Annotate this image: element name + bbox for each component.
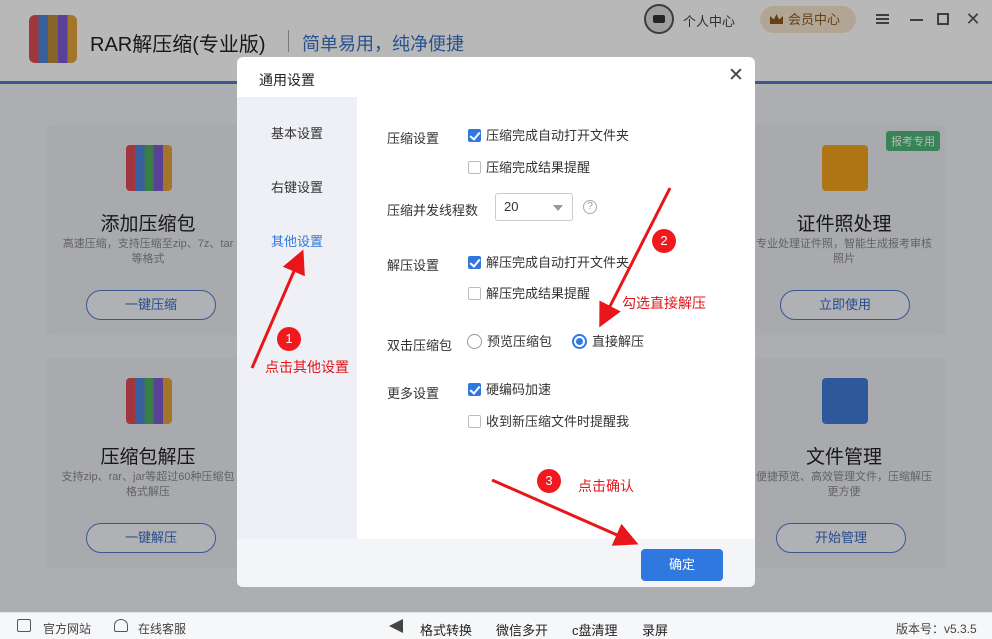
hw-accel-label: 硬编码加速 (486, 382, 552, 397)
compress-settings-label: 压缩设置 (387, 131, 440, 146)
compress-result-remind-checkbox[interactable]: 压缩完成结果提醒 (468, 161, 590, 175)
threads-select[interactable]: 20 (495, 193, 573, 221)
preview-archive-radio[interactable]: 预览压缩包 (467, 334, 553, 349)
checkbox-checked-icon (468, 256, 481, 269)
c-drive-clean-link[interactable]: c盘清理 (572, 620, 618, 639)
step-3-badge: 3 (537, 469, 561, 493)
step-1-badge: 1 (277, 327, 301, 351)
threads-value: 20 (504, 199, 519, 214)
compress-open-folder-checkbox[interactable]: 压缩完成自动打开文件夹 (468, 129, 629, 143)
compress-open-folder-label: 压缩完成自动打开文件夹 (486, 128, 630, 143)
step-2-badge: 2 (652, 229, 676, 253)
direct-extract-label: 直接解压 (592, 334, 645, 349)
chevron-down-icon (553, 205, 563, 211)
step-3-text: 点击确认 (578, 478, 634, 494)
checkbox-unchecked-icon (468, 161, 481, 174)
screen-record-link[interactable]: 录屏 (642, 620, 668, 639)
format-convert-link[interactable]: 格式转换 (420, 620, 472, 639)
settings-sidebar: 基本设置 右键设置 其他设置 (237, 97, 357, 539)
extract-open-folder-checkbox[interactable]: 解压完成自动打开文件夹 (468, 256, 629, 270)
extract-result-remind-checkbox[interactable]: 解压完成结果提醒 (468, 287, 590, 301)
threads-label: 压缩并发线程数 (387, 203, 479, 218)
monitor-icon (17, 619, 31, 632)
official-site-link[interactable]: 官方网站 (43, 620, 91, 637)
step-2-text: 勾选直接解压 (622, 295, 706, 311)
hw-accel-checkbox[interactable]: 硬编码加速 (468, 383, 551, 397)
more-settings-label: 更多设置 (387, 386, 440, 401)
online-support-link[interactable]: 在线客服 (138, 620, 186, 637)
tab-other-settings[interactable]: 其他设置 (237, 231, 357, 250)
extract-result-remind-label: 解压完成结果提醒 (486, 286, 591, 301)
compress-result-remind-label: 压缩完成结果提醒 (486, 160, 591, 175)
new-file-remind-checkbox[interactable]: 收到新压缩文件时提醒我 (468, 415, 629, 429)
checkbox-checked-icon (468, 129, 481, 142)
preview-archive-label: 预览压缩包 (487, 334, 553, 349)
extract-open-folder-label: 解压完成自动打开文件夹 (486, 255, 630, 270)
megaphone-icon (389, 619, 403, 633)
checkbox-unchecked-icon (468, 287, 481, 300)
help-icon[interactable]: ? (583, 200, 597, 214)
headset-icon (114, 619, 128, 632)
tab-basic-settings[interactable]: 基本设置 (237, 123, 357, 142)
direct-extract-radio[interactable]: 直接解压 (572, 334, 645, 349)
extract-settings-label: 解压设置 (387, 258, 440, 273)
dialog-close-icon[interactable]: ✕ (727, 66, 745, 85)
radio-unselected-icon (467, 334, 482, 349)
version-label: 版本号：v5.3.5 (896, 622, 977, 636)
wechat-multi-link[interactable]: 微信多开 (496, 620, 548, 639)
step-1-text: 点击其他设置 (265, 359, 349, 375)
tab-right-click-settings[interactable]: 右键设置 (237, 177, 357, 196)
double-click-label: 双击压缩包 (387, 338, 453, 353)
dialog-title: 通用设置 (259, 72, 315, 88)
checkbox-checked-icon (468, 383, 481, 396)
radio-selected-icon (572, 334, 587, 349)
new-file-remind-label: 收到新压缩文件时提醒我 (486, 414, 630, 429)
status-bar: 官方网站 在线客服 格式转换 微信多开 c盘清理 录屏 版本号：v5.3.5 (0, 612, 992, 639)
checkbox-unchecked-icon (468, 415, 481, 428)
settings-dialog: 通用设置 ✕ 基本设置 右键设置 其他设置 压缩设置 压缩完成自动打开文件夹 压… (237, 57, 755, 587)
ok-button[interactable]: 确定 (641, 549, 723, 581)
